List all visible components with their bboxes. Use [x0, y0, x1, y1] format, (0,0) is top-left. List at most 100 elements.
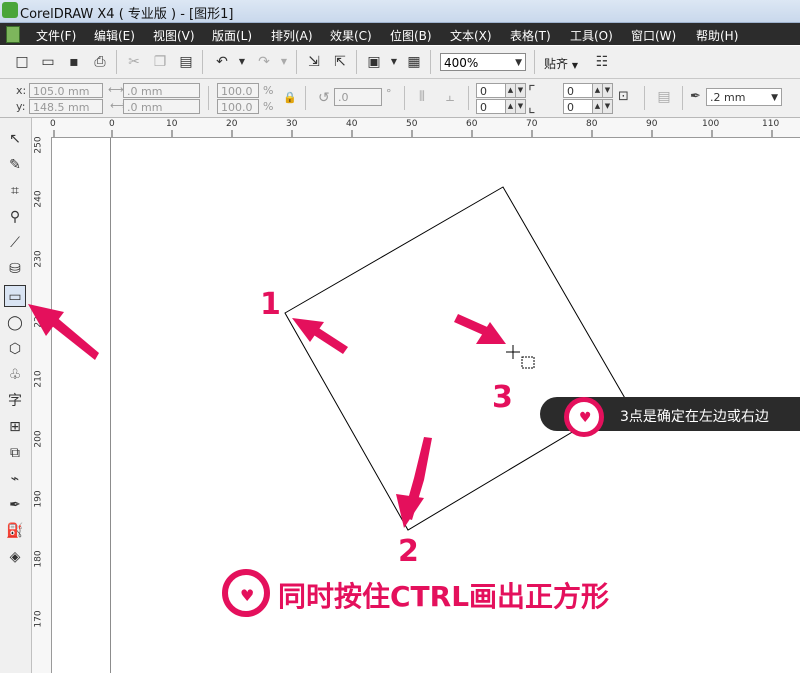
launcher-dropdown-icon[interactable]: ▼	[384, 52, 404, 72]
shape-tool-icon[interactable]: ✎	[4, 154, 26, 176]
application-launcher-icon[interactable]: ▣	[364, 52, 384, 72]
redo-dropdown-icon[interactable]: ▼	[274, 52, 294, 72]
round-corners-lock-icon[interactable]: ⊡	[618, 89, 629, 104]
menu-effects[interactable]: 效果(C)	[330, 27, 372, 44]
lock-ratio-icon[interactable]: 🔒	[283, 91, 297, 104]
copy-icon[interactable]: ❐	[150, 52, 170, 72]
coreldraw-logo-icon	[2, 2, 18, 18]
menu-help[interactable]: 帮助(H)	[696, 27, 738, 44]
heart-icon: ♥	[240, 586, 255, 605]
basic-shapes-tool-icon[interactable]: ♧	[4, 364, 26, 386]
outline-tool-icon[interactable]: ✒	[4, 494, 26, 516]
separator	[296, 50, 297, 74]
document-icon[interactable]	[6, 26, 20, 43]
save-icon[interactable]: ▪	[64, 52, 84, 72]
corner-bracket-left-bottom-icon: ⌞	[528, 97, 536, 116]
snap-to-label: 贴齐	[544, 57, 569, 71]
height-field[interactable]: .0 mm	[123, 99, 200, 114]
menu-layout[interactable]: 版面(L)	[212, 27, 252, 44]
menu-window[interactable]: 窗口(W)	[631, 27, 676, 44]
rectangle-tool-icon[interactable]: ▭	[4, 285, 26, 307]
menu-view[interactable]: 视图(V)	[153, 27, 195, 44]
table-tool-icon[interactable]: ⊞	[4, 416, 26, 438]
ruler-h-label: 20	[226, 119, 238, 129]
export-icon[interactable]: ⇱	[330, 52, 350, 72]
page-border	[110, 138, 111, 673]
menu-tools[interactable]: 工具(O)	[570, 27, 613, 44]
zoom-level-select[interactable]: 400% ▼	[440, 53, 526, 71]
smart-fill-tool-icon[interactable]: ⛁	[4, 258, 26, 280]
welcome-screen-icon[interactable]: ▦	[404, 52, 424, 72]
title-bar: CorelDRAW X4 ( 专业版 ) - [图形1]	[0, 0, 800, 23]
menu-bar: 文件(F) 编辑(E) 视图(V) 版面(L) 排列(A) 效果(C) 位图(B…	[0, 23, 800, 45]
fill-tool-icon[interactable]: ⛽	[4, 520, 26, 542]
paste-icon[interactable]: ▤	[176, 52, 196, 72]
chevron-down-icon: ▼	[771, 93, 778, 103]
polygon-tool-icon[interactable]: ⬡	[4, 338, 26, 360]
spin-down-icon[interactable]: ▼	[602, 99, 613, 114]
interactive-fill-tool-icon[interactable]: ◈	[4, 546, 26, 568]
interactive-blend-tool-icon[interactable]: ⧉	[4, 442, 26, 464]
y-position-field[interactable]: 148.5 mm	[29, 99, 103, 114]
pick-tool-icon[interactable]: ↖	[4, 128, 26, 150]
separator	[116, 50, 117, 74]
percent-label-y: %	[263, 100, 274, 113]
tip-heart-badge-icon: ♥	[222, 569, 270, 617]
spin-down-icon[interactable]: ▼	[602, 83, 613, 98]
cut-icon[interactable]: ✂	[124, 52, 144, 72]
zoom-tool-icon[interactable]: ⚲	[4, 206, 26, 228]
step-number-3: 3	[492, 380, 513, 415]
separator	[356, 50, 357, 74]
width-field[interactable]: .0 mm	[123, 83, 200, 98]
ruler-h-label: 80	[586, 119, 598, 129]
standard-toolbar: □ ▭ ▪ ⎙ ✂ ❐ ▤ ↶ ▼ ↷ ▼ ⇲ ⇱ ▣ ▼ ▦ 400% ▼ 贴…	[0, 46, 800, 79]
undo-dropdown-icon[interactable]: ▼	[232, 52, 252, 72]
ruler-v-label: 180	[33, 550, 44, 568]
open-icon[interactable]: ▭	[38, 52, 58, 72]
heart-icon: ♥	[579, 410, 592, 426]
ruler-v-label: 190	[33, 490, 44, 508]
print-icon[interactable]: ⎙	[90, 52, 110, 72]
ruler-v-label: 210	[33, 370, 44, 388]
ruler-h-label: 10	[166, 119, 178, 129]
ruler-v-label: 230	[33, 250, 44, 268]
text-tool-icon[interactable]: 字	[4, 390, 26, 412]
ruler-v-label: 240	[33, 190, 44, 208]
rotation-angle-field[interactable]: .0	[334, 88, 382, 106]
separator	[468, 86, 469, 110]
freehand-tool-icon[interactable]: ⟋	[4, 232, 26, 254]
outline-width-select[interactable]: .2 mm ▼	[706, 88, 782, 106]
ruler-h-label: 30	[286, 119, 298, 129]
mirror-horizontal-icon[interactable]: ⫴	[412, 87, 432, 107]
zoom-level-value: 400%	[444, 56, 479, 70]
import-icon[interactable]: ⇲	[304, 52, 324, 72]
snap-to-button[interactable]: 贴齐 ▼	[544, 55, 578, 72]
undo-icon[interactable]: ↶	[212, 52, 232, 72]
menu-edit[interactable]: 编辑(E)	[94, 27, 135, 44]
menu-text[interactable]: 文本(X)	[450, 27, 492, 44]
scale-y-field[interactable]: 100.0	[217, 99, 259, 114]
new-icon[interactable]: □	[12, 52, 32, 72]
spin-down-icon[interactable]: ▼	[515, 99, 526, 114]
eyedropper-tool-icon[interactable]: ⌁	[4, 468, 26, 490]
redo-icon[interactable]: ↷	[254, 52, 274, 72]
step-number-1: 1	[260, 287, 281, 322]
separator	[208, 86, 209, 110]
menu-file[interactable]: 文件(F)	[36, 27, 76, 44]
window-title: CorelDRAW X4 ( 专业版 ) - [图形1]	[20, 7, 234, 22]
separator	[682, 86, 683, 110]
options-icon[interactable]: ☷	[592, 52, 612, 72]
menu-arrange[interactable]: 排列(A)	[271, 27, 313, 44]
tip-text: 同时按住CTRL画出正方形	[278, 580, 610, 613]
crop-tool-icon[interactable]: ⌗	[4, 180, 26, 202]
x-position-field[interactable]: 105.0 mm	[29, 83, 103, 98]
scale-x-field[interactable]: 100.0	[217, 83, 259, 98]
separator	[534, 50, 535, 74]
ellipse-tool-icon[interactable]: ◯	[4, 312, 26, 334]
wrap-text-icon[interactable]: ▤	[654, 87, 674, 107]
width-icon: ⟷	[108, 83, 124, 96]
spin-down-icon[interactable]: ▼	[515, 83, 526, 98]
mirror-vertical-icon[interactable]: ⫠	[440, 87, 460, 107]
menu-table[interactable]: 表格(T)	[510, 27, 551, 44]
menu-bitmaps[interactable]: 位图(B)	[390, 27, 432, 44]
